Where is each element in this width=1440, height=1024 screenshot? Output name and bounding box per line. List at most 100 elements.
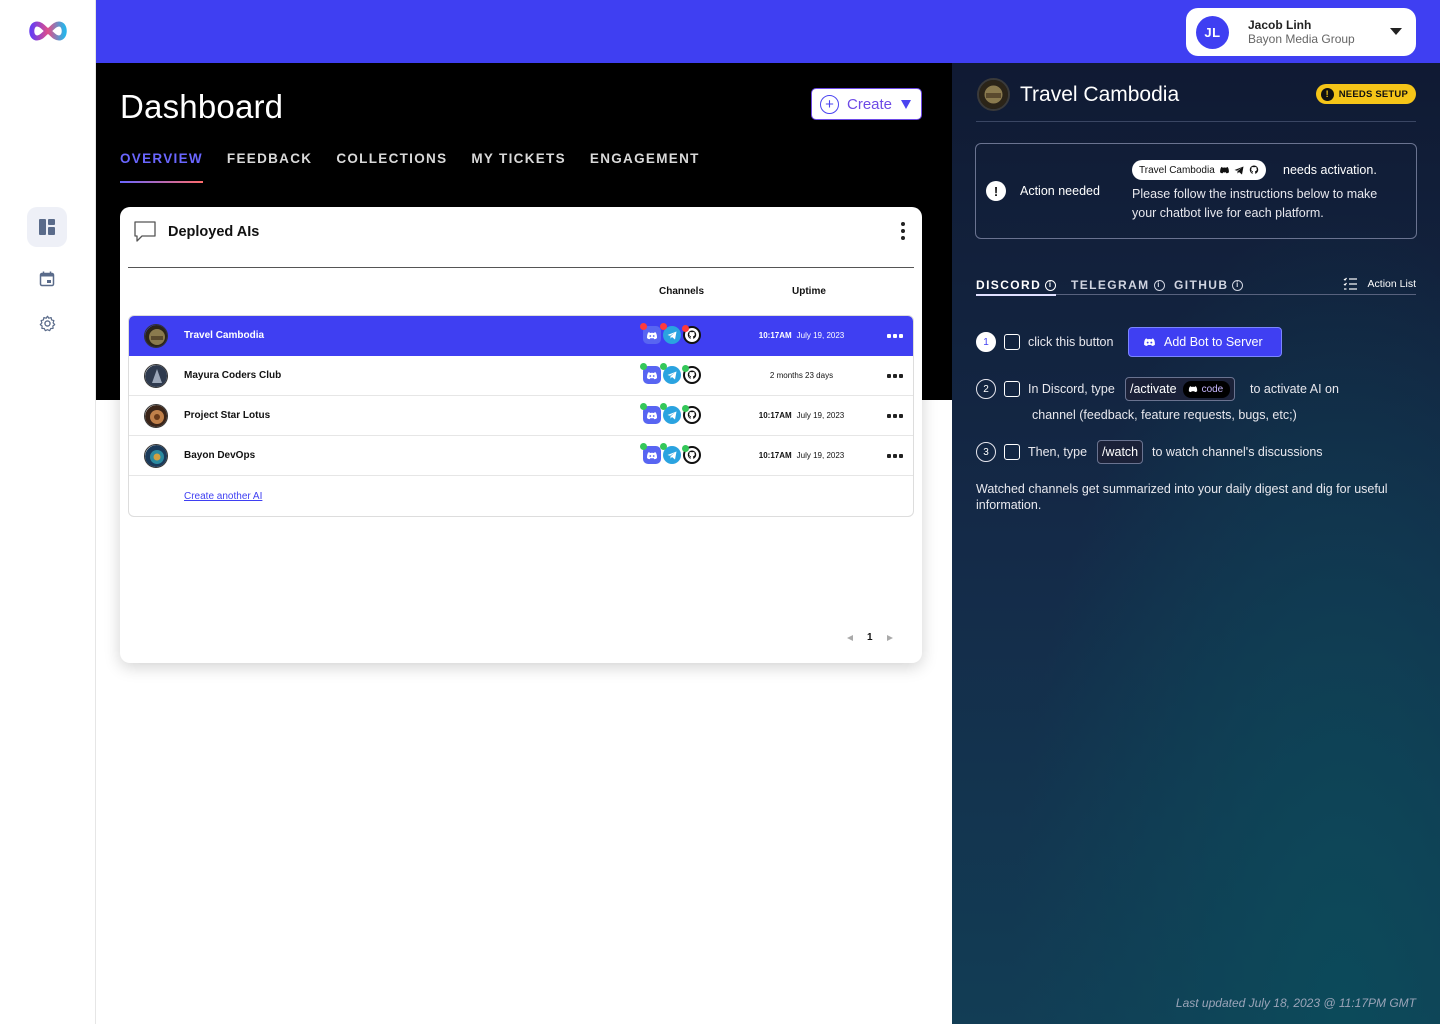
row-channels xyxy=(640,363,701,384)
discord-icon xyxy=(640,403,661,424)
step-number: 1 xyxy=(976,332,996,352)
tab-collections[interactable]: COLLECTIONS xyxy=(336,151,447,183)
info-icon: i xyxy=(1045,279,1057,291)
add-bot-button[interactable]: Add Bot to Server xyxy=(1128,327,1282,357)
tab-overview[interactable]: OVERVIEW xyxy=(120,151,203,183)
step-checkbox[interactable] xyxy=(1004,334,1020,350)
discord-icon xyxy=(640,443,661,464)
page-title: Dashboard xyxy=(120,88,284,125)
table-row[interactable]: Project Star Lotus 10:17AM July 19, 2023 xyxy=(129,396,913,436)
tab-my-tickets[interactable]: MY TICKETS xyxy=(471,151,566,183)
row-channels xyxy=(640,323,701,344)
info-icon: i xyxy=(1232,279,1244,291)
avatar: JL xyxy=(1196,15,1229,49)
prev-page-icon[interactable] xyxy=(847,634,853,641)
alert-icon: ! xyxy=(986,181,1006,201)
more-horizontal-icon[interactable] xyxy=(887,414,903,418)
panel-title: Travel Cambodia xyxy=(1020,83,1180,106)
table-row[interactable]: Mayura Coders Club 2 months 23 days xyxy=(129,356,913,396)
discord-icon xyxy=(1219,165,1230,176)
instructions-text: Please follow the instructions below to … xyxy=(1132,187,1378,220)
step-text: to activate AI on xyxy=(1250,382,1339,396)
tab-github-label: GITHUB xyxy=(1174,278,1229,292)
nav-calendar[interactable] xyxy=(27,259,67,299)
row-uptime: 10:17AM July 19, 2023 xyxy=(758,411,845,420)
row-name: Bayon DevOps xyxy=(184,450,256,461)
table-row[interactable]: Travel Cambodia 10:17AM July 19, 2023 xyxy=(129,316,913,356)
telegram-icon xyxy=(660,443,681,464)
sidebar xyxy=(0,0,96,1024)
user-menu[interactable]: JL Jacob Linh Bayon Media Group xyxy=(1186,8,1416,56)
status-badge-label: NEEDS SETUP xyxy=(1338,88,1408,100)
card-title: Deployed AIs xyxy=(168,224,260,240)
github-icon xyxy=(682,365,701,384)
deployed-ais-table: Travel Cambodia 10:17AM July 19, 2023 May… xyxy=(128,315,914,517)
status-badge: ! NEEDS SETUP xyxy=(1315,84,1416,104)
avatar xyxy=(144,324,168,348)
create-button[interactable]: + Create xyxy=(811,88,922,120)
table-row[interactable]: Bayon DevOps 10:17AM July 19, 2023 xyxy=(129,436,913,476)
nav-dashboard[interactable] xyxy=(27,207,67,247)
avatar xyxy=(144,364,168,388)
command-pill: /activate code xyxy=(1125,377,1236,401)
main-tabs: OVERVIEW FEEDBACK COLLECTIONS MY TICKETS… xyxy=(120,151,724,183)
avatar xyxy=(144,444,168,468)
calendar-icon xyxy=(39,271,55,287)
github-icon xyxy=(682,405,701,424)
add-bot-label: Add Bot to Server xyxy=(1164,335,1263,349)
last-updated: Last updated July 18, 2023 @ 11:17PM GMT xyxy=(1175,996,1416,1010)
github-icon xyxy=(682,325,701,344)
column-header-uptime: Uptime xyxy=(792,286,826,297)
tab-discord[interactable]: DISCORD i xyxy=(976,275,1057,296)
create-row: Create another AI xyxy=(129,476,913,516)
action-list-label: Action List xyxy=(1367,277,1416,290)
pagination: 1 xyxy=(847,632,893,643)
avatar xyxy=(977,78,1010,111)
row-channels xyxy=(640,403,701,424)
create-another-ai-link[interactable]: Create another AI xyxy=(184,491,262,502)
create-button-label: Create xyxy=(847,95,893,113)
discord-icon xyxy=(1188,386,1197,393)
row-channels xyxy=(640,443,701,464)
deployed-ais-card: Deployed AIs Channels Uptime Travel Camb… xyxy=(120,207,922,663)
discord-icon xyxy=(640,323,661,344)
step-text: channel (feedback, feature requests, bug… xyxy=(1032,408,1297,422)
step-checkbox[interactable] xyxy=(1004,444,1020,460)
more-horizontal-icon[interactable] xyxy=(887,334,903,338)
row-uptime: 10:17AM July 19, 2023 xyxy=(758,331,845,340)
tab-engagement[interactable]: ENGAGEMENT xyxy=(590,151,700,183)
step-number: 2 xyxy=(976,379,996,399)
user-name: Jacob Linh xyxy=(1248,18,1312,32)
ai-detail-panel: Travel Cambodia ! NEEDS SETUP ! Action n… xyxy=(952,63,1440,1024)
tab-telegram-label: TELEGRAM xyxy=(1071,278,1150,292)
chevron-down-icon[interactable] xyxy=(1390,28,1402,35)
tab-telegram[interactable]: TELEGRAM i xyxy=(1071,275,1165,295)
tab-feedback[interactable]: FEEDBACK xyxy=(227,151,312,183)
action-needed-label: Action needed xyxy=(1020,184,1100,198)
tab-github[interactable]: GITHUB i xyxy=(1174,275,1244,295)
page-number[interactable]: 1 xyxy=(867,632,873,643)
needs-activation-text: needs activation. xyxy=(1283,163,1377,177)
step-number: 3 xyxy=(976,442,996,462)
caret-down-icon xyxy=(901,99,912,109)
action-list-button[interactable]: Action List xyxy=(1343,277,1416,290)
checklist-icon xyxy=(1343,277,1357,290)
more-vertical-icon[interactable] xyxy=(900,222,906,242)
code-label: code xyxy=(1201,383,1224,395)
command-text: /activate xyxy=(1130,382,1177,396)
row-name: Travel Cambodia xyxy=(184,330,265,341)
column-header-channels: Channels xyxy=(659,286,705,297)
next-page-icon[interactable] xyxy=(886,634,893,641)
more-horizontal-icon[interactable] xyxy=(887,374,903,378)
row-name: Mayura Coders Club xyxy=(184,370,282,381)
command-pill: /watch xyxy=(1097,440,1144,464)
alert-icon: ! xyxy=(1320,87,1334,101)
tab-discord-label: DISCORD xyxy=(976,278,1042,292)
more-horizontal-icon[interactable] xyxy=(887,454,903,458)
telegram-icon xyxy=(660,363,681,384)
nav-settings[interactable] xyxy=(27,303,67,343)
plus-icon: + xyxy=(820,94,839,114)
logo-icon[interactable] xyxy=(26,18,70,44)
top-bar: JL Jacob Linh Bayon Media Group xyxy=(96,0,1440,63)
step-checkbox[interactable] xyxy=(1004,381,1020,397)
